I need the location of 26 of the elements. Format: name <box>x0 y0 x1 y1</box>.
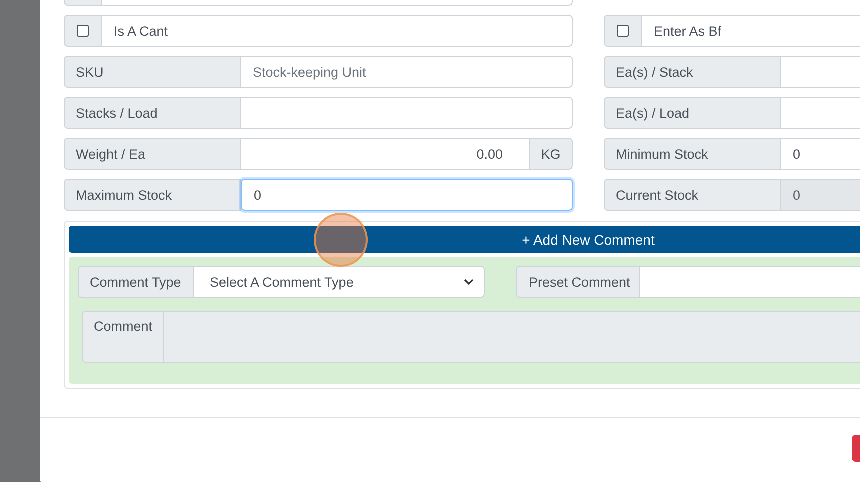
input-field[interactable]: 0 <box>781 138 860 170</box>
field-label: Current Stock <box>604 179 781 211</box>
checkbox-label: Is A Cant <box>102 15 573 47</box>
field-label: Stacks / Load <box>64 97 241 129</box>
chevron-down-icon <box>464 278 474 286</box>
comment-type-dropdown[interactable]: Select A Comment Type <box>194 266 485 298</box>
field-label: Ea(s) / Load <box>604 97 781 129</box>
field-label: Weight / Ea <box>64 138 241 170</box>
input-field[interactable]: 0 <box>241 179 573 211</box>
input-field[interactable] <box>241 97 573 129</box>
field-label: Maximum Stock <box>64 179 241 211</box>
field-label: Minimum Stock <box>604 138 781 170</box>
field-label: Comment <box>82 311 164 363</box>
click-indicator <box>314 213 368 267</box>
unit-addon: KG <box>530 138 573 170</box>
checkbox-label: Enter As Bf <box>642 15 860 47</box>
input-field[interactable]: Stock-keeping Unit <box>241 56 573 88</box>
field-label: Preset Comment <box>516 266 640 298</box>
field-label: SKU <box>64 56 241 88</box>
checkbox[interactable] <box>617 25 629 37</box>
field-label: Ea(s) / Stack <box>604 56 781 88</box>
checkbox[interactable] <box>77 25 89 37</box>
input-field[interactable]: 0.00 <box>241 138 530 170</box>
field-label: Comment Type <box>78 266 194 298</box>
add-comment-button[interactable]: + Add New Comment <box>69 226 860 253</box>
readonly-field: 0 <box>781 179 860 211</box>
